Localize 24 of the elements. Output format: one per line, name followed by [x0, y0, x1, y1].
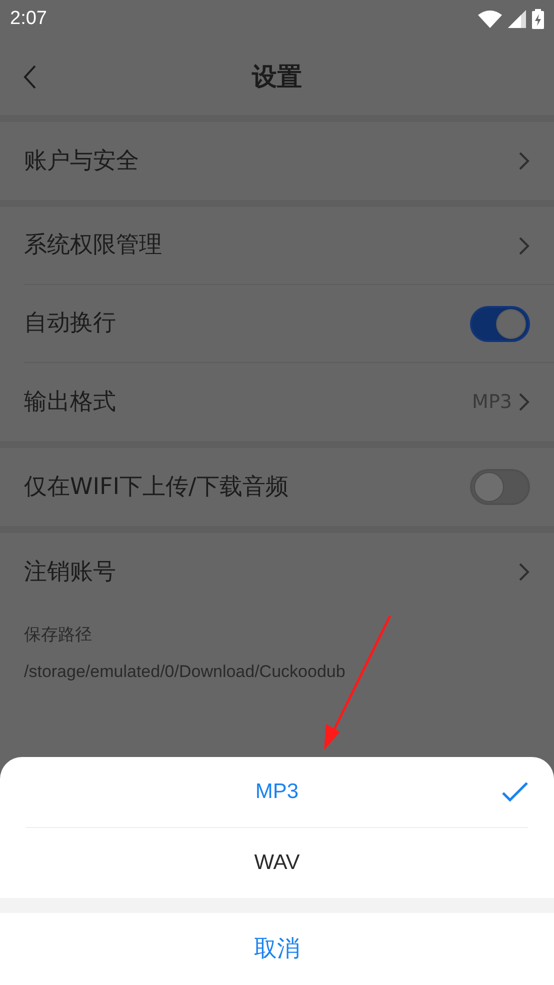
- setting-label[interactable]: 自动换行: [24, 306, 116, 341]
- chevron-right-icon: [518, 562, 530, 582]
- format-option[interactable]: WAV: [26, 828, 528, 898]
- setting-label[interactable]: 账户与安全: [24, 144, 139, 178]
- wifi-icon: [478, 10, 502, 28]
- checkmark-icon: [502, 782, 528, 802]
- setting-label[interactable]: 输出格式: [24, 384, 116, 420]
- page-title: 设置: [252, 60, 302, 93]
- chevron-right-icon: [518, 392, 530, 412]
- status-time: 2:07: [10, 6, 47, 31]
- signal-icon: [508, 10, 526, 28]
- save-path-label: 保存路径: [24, 624, 93, 647]
- setting-label[interactable]: 注销账号: [24, 554, 116, 590]
- battery-icon: [532, 9, 544, 29]
- chevron-right-icon: [518, 236, 530, 256]
- toggle-switch[interactable]: [470, 469, 530, 505]
- cancel-button[interactable]: 取消: [0, 913, 554, 985]
- back-icon: [23, 65, 37, 89]
- chevron-right-icon: [518, 151, 530, 171]
- setting-label[interactable]: 系统权限管理: [24, 228, 162, 263]
- toggle-switch[interactable]: [470, 306, 530, 342]
- setting-label[interactable]: 仅在WIFI下上传/下载音频: [24, 470, 288, 504]
- format-option[interactable]: MP3: [26, 757, 528, 828]
- save-path: /storage/emulated/0/Download/Cuckoodub: [24, 660, 346, 682]
